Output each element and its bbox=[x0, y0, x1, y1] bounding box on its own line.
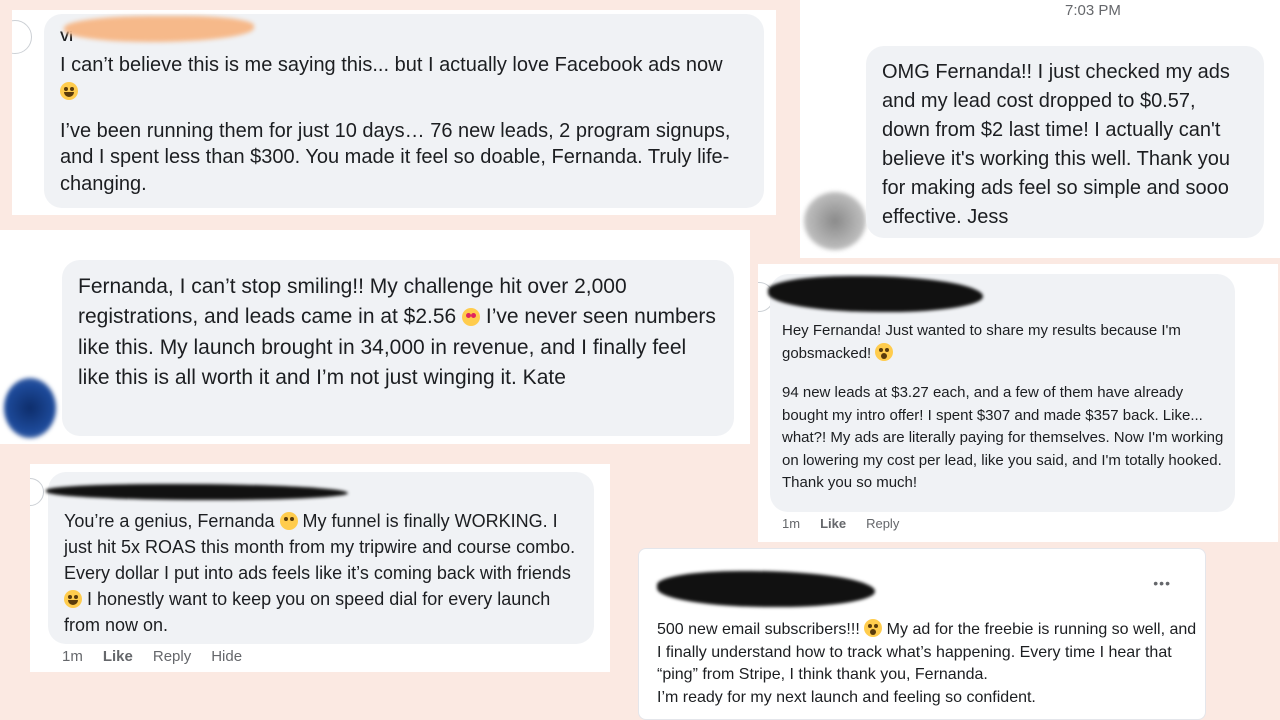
comment-text-2: 94 new leads at $3.27 each, and a few of… bbox=[782, 384, 1224, 491]
comment-actions: 1m Like Reply Hide bbox=[62, 648, 242, 665]
heart-eyes-icon bbox=[462, 308, 481, 327]
testimonial-card-5: You’re a genius, Fernanda My funnel is f… bbox=[30, 464, 610, 672]
astonished-face-icon bbox=[875, 342, 894, 361]
testimonial-card-3: Fernanda, I can’t stop smiling!! My chal… bbox=[0, 230, 750, 444]
hide-button[interactable]: Hide bbox=[211, 648, 242, 665]
reply-button[interactable]: Reply bbox=[153, 648, 191, 665]
message-bubble: OMG Fernanda!! I just checked my ads and… bbox=[866, 46, 1264, 238]
message-bubble: Fernanda, I can’t stop smiling!! My chal… bbox=[62, 260, 734, 436]
name-redaction bbox=[46, 484, 348, 500]
testimonial-card-2: 7:03 PM OMG Fernanda!! I just checked my… bbox=[800, 0, 1280, 258]
laughing-face-icon bbox=[60, 82, 78, 101]
comment-actions: 1m Like Reply bbox=[782, 516, 899, 531]
testimonial-card-4: Hey Fernanda! Just wanted to share my re… bbox=[758, 264, 1278, 542]
comment-text: You’re a genius, Fernanda My funnel is f… bbox=[64, 511, 576, 636]
comment-text: Hey Fernanda! Just wanted to share my re… bbox=[782, 322, 1181, 362]
message-timestamp: 7:03 PM bbox=[1065, 2, 1121, 19]
comment-bubble: Hey Fernanda! Just wanted to share my re… bbox=[768, 274, 1235, 512]
praising-hands-icon bbox=[279, 512, 298, 530]
comment-text-2: I’ve been running them for just 10 days…… bbox=[60, 120, 731, 195]
comment-text: I can’t believe this is me saying this..… bbox=[60, 52, 740, 105]
comment-bubble: Vi I can’t believe this is me saying thi… bbox=[44, 14, 764, 208]
laughing-face-icon bbox=[64, 590, 82, 609]
comment-time: 1m bbox=[782, 516, 801, 531]
name-redaction bbox=[768, 276, 983, 312]
like-button[interactable]: Like bbox=[820, 516, 846, 531]
comment-time: 1m bbox=[62, 648, 83, 665]
avatar bbox=[30, 478, 44, 506]
more-options-button[interactable]: ••• bbox=[1153, 575, 1171, 591]
message-text: Fernanda, I can’t stop smiling!! My chal… bbox=[78, 275, 716, 390]
message-text: OMG Fernanda!! I just checked my ads and… bbox=[882, 61, 1231, 228]
testimonial-card-6: ••• 500 new email subscribers!!! My ad f… bbox=[638, 548, 1206, 720]
reply-button[interactable]: Reply bbox=[866, 516, 899, 531]
avatar bbox=[12, 20, 32, 54]
avatar bbox=[804, 192, 866, 250]
like-button[interactable]: Like bbox=[103, 648, 133, 665]
avatar bbox=[4, 378, 56, 438]
comment-bubble: You’re a genius, Fernanda My funnel is f… bbox=[46, 472, 594, 644]
post-text: 500 new email subscribers!!! My ad for t… bbox=[657, 619, 1197, 707]
name-redaction bbox=[64, 16, 254, 42]
testimonial-card-1: Vi I can’t believe this is me saying thi… bbox=[12, 10, 776, 215]
name-redaction bbox=[657, 571, 875, 607]
astonished-face-icon bbox=[864, 619, 883, 637]
